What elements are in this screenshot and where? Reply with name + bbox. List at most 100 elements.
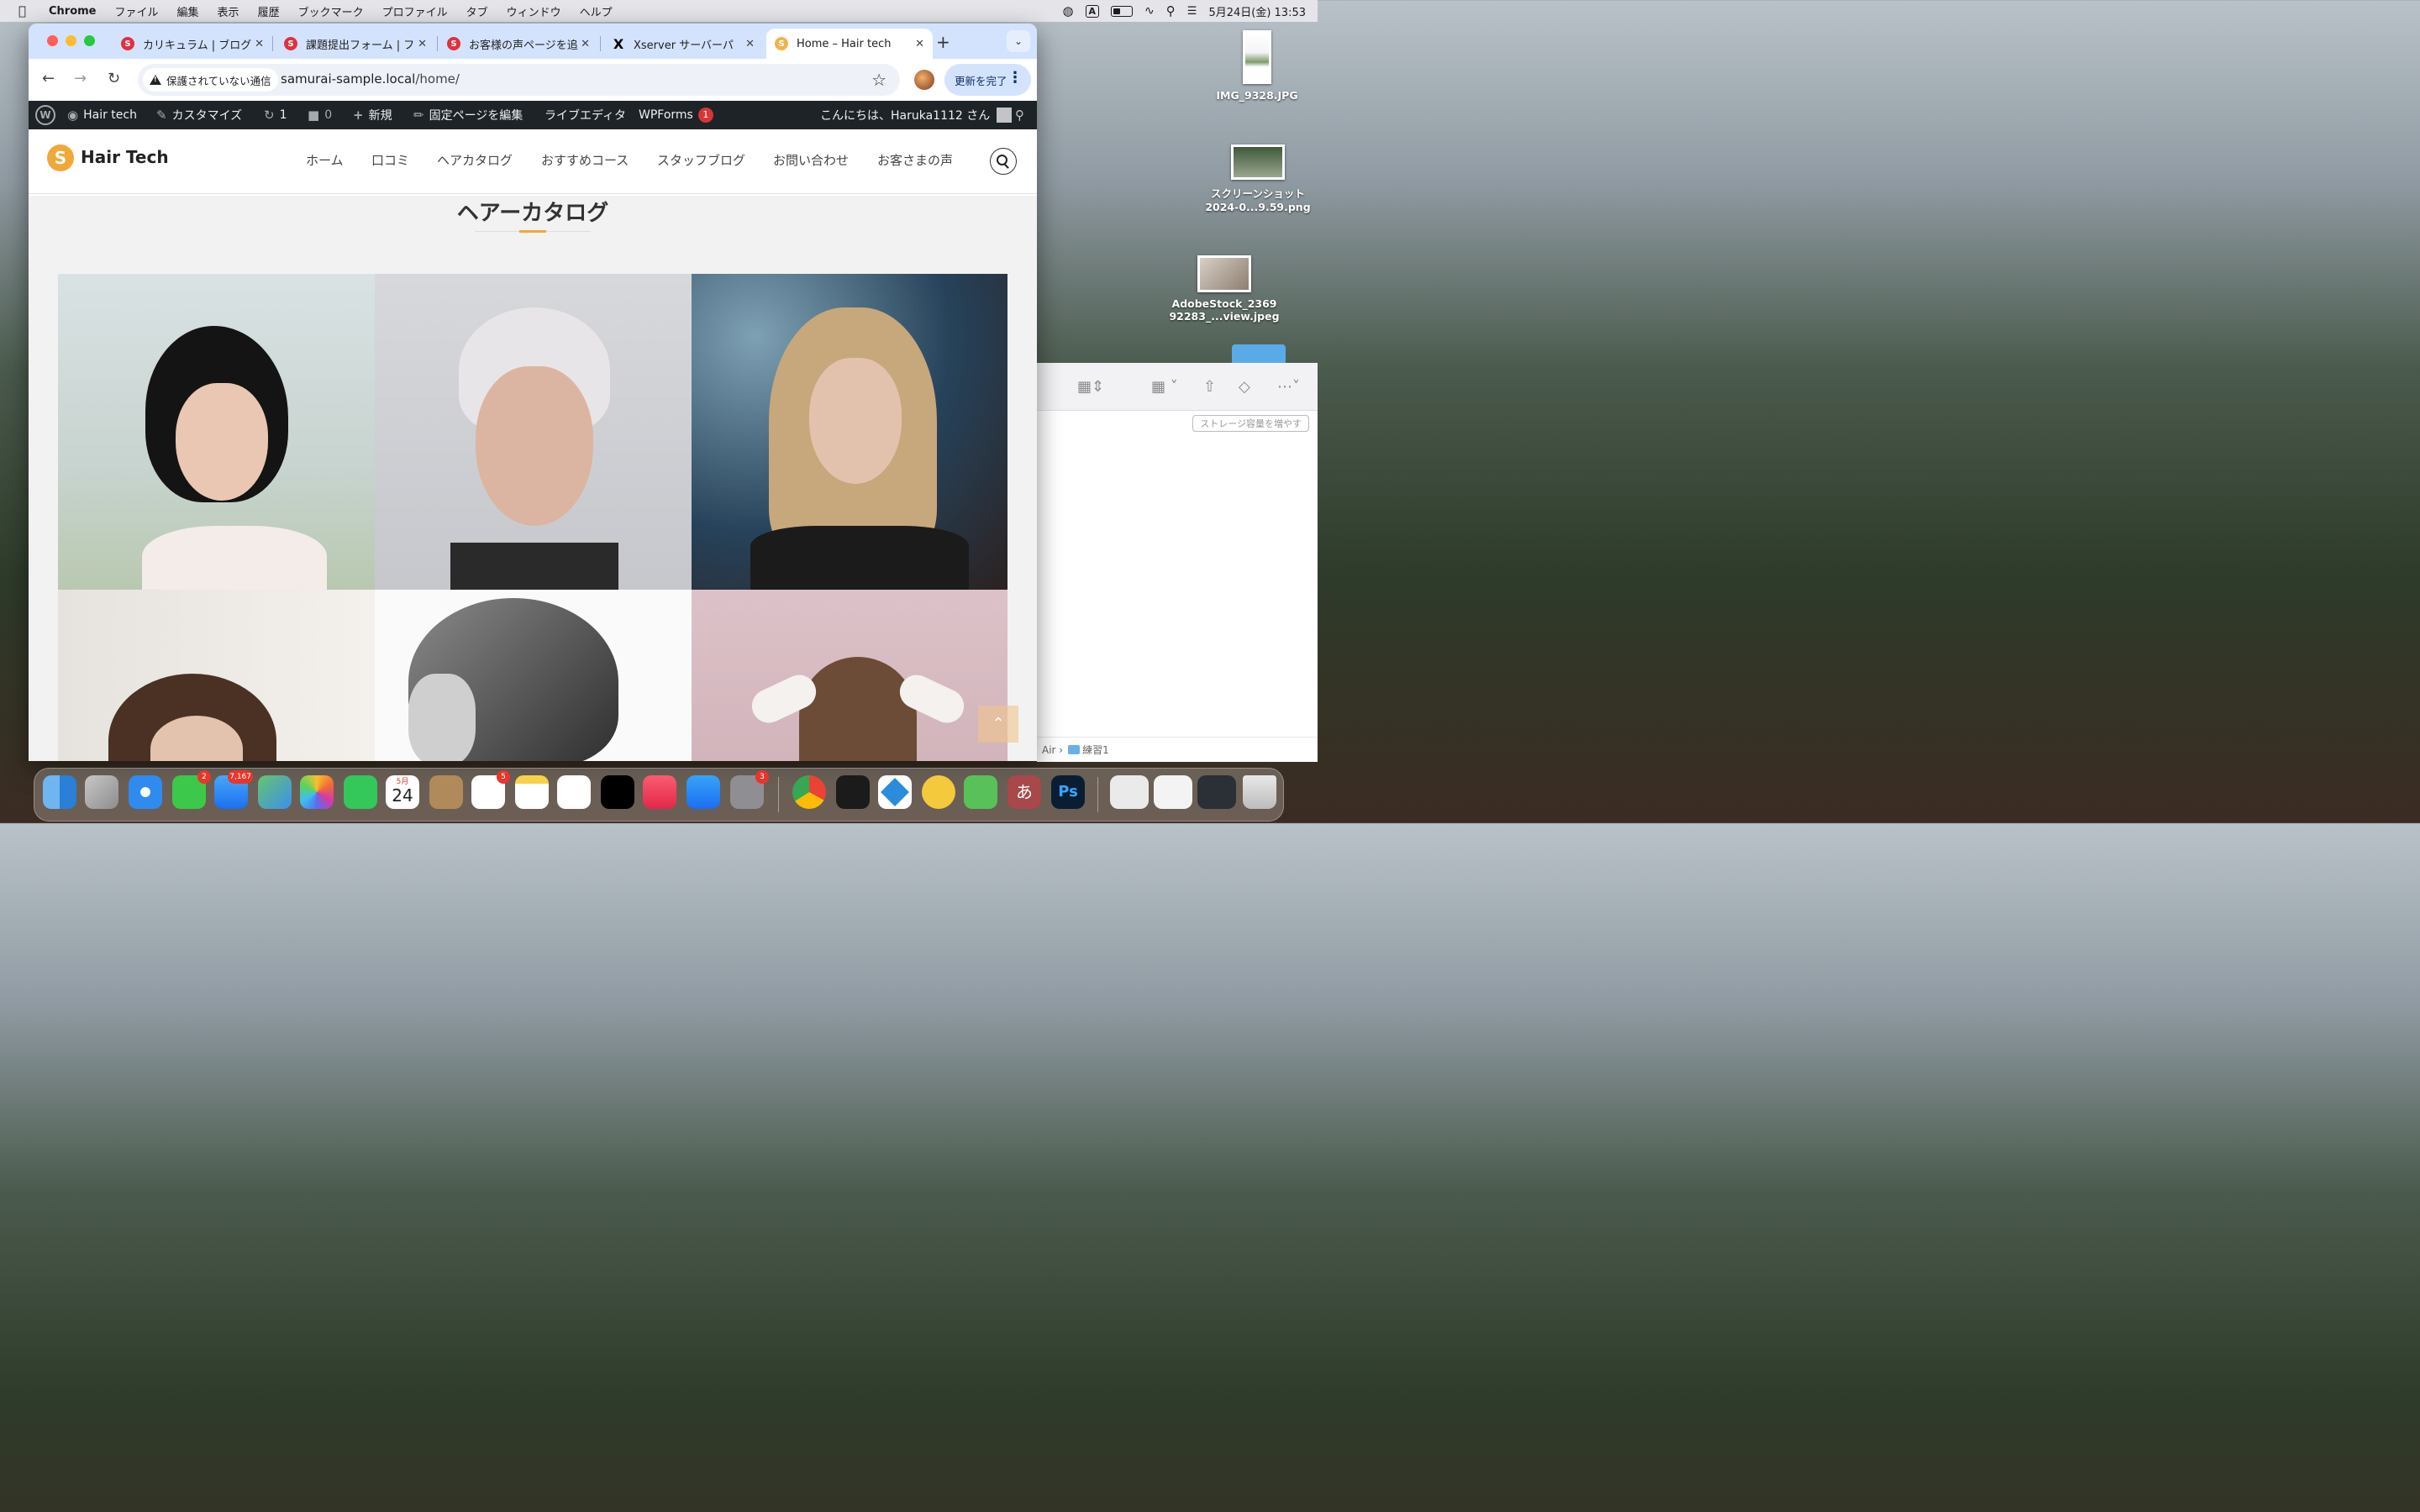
nav-customer-voice[interactable]: お客さまの声 bbox=[877, 151, 953, 169]
menu-profiles[interactable]: プロファイル bbox=[382, 3, 448, 19]
music-icon[interactable] bbox=[643, 775, 676, 809]
input-source-indicator[interactable]: A bbox=[1085, 4, 1100, 18]
menu-view[interactable]: 表示 bbox=[218, 3, 239, 19]
control-center-icon[interactable]: ☰ bbox=[1187, 5, 1197, 18]
creative-cloud-icon[interactable]: ◍ bbox=[1062, 3, 1073, 18]
close-tab-icon[interactable]: ✕ bbox=[915, 38, 924, 50]
terminal-icon[interactable] bbox=[836, 775, 870, 809]
wp-edit-page[interactable]: ✏ 固定ページを編集 bbox=[413, 101, 523, 129]
menu-window[interactable]: ウィンドウ bbox=[507, 3, 561, 19]
close-tab-icon[interactable]: ✕ bbox=[745, 38, 755, 50]
chrome-icon[interactable] bbox=[792, 775, 826, 809]
wp-wpforms[interactable]: WPForms 1 bbox=[639, 101, 713, 129]
gallery-photo-long-blonde[interactable] bbox=[692, 274, 1007, 590]
mail-icon[interactable]: 7,167 bbox=[214, 770, 253, 809]
photoshop-icon[interactable]: Ps bbox=[1051, 775, 1085, 809]
facetime-icon[interactable] bbox=[344, 775, 377, 809]
desktop-file-adobestock[interactable]: AdobeStock_2369 92283_...view.jpeg bbox=[1168, 255, 1281, 323]
gallery-photo-wavy-back[interactable] bbox=[692, 590, 1007, 761]
wp-search-icon[interactable]: ⚲ bbox=[1015, 101, 1024, 129]
increase-storage-button[interactable]: ストレージ容量を増やす bbox=[1192, 415, 1309, 432]
cyberduck-icon[interactable] bbox=[922, 775, 955, 809]
minimize-window-button[interactable] bbox=[66, 35, 76, 46]
desktop-file-screenshot[interactable]: スクリーンショット 2024-0...9.59.png bbox=[1203, 144, 1313, 213]
update-chrome-button[interactable]: 更新を完了 ⋮ bbox=[944, 64, 1031, 96]
photos-icon[interactable] bbox=[300, 775, 334, 809]
scroll-to-top-chevron-icon[interactable]: ⌃ bbox=[978, 706, 1018, 743]
wp-new-content[interactable]: + 新規 bbox=[353, 101, 392, 129]
wordpress-logo-icon[interactable]: W bbox=[35, 101, 55, 129]
trash-icon[interactable] bbox=[1243, 775, 1276, 809]
reminders-icon[interactable]: 5 bbox=[471, 770, 510, 809]
menu-history[interactable]: 履歴 bbox=[258, 3, 280, 19]
bookmark-star-icon[interactable]: ☆ bbox=[871, 70, 886, 90]
wp-updates[interactable]: ↻ 1 bbox=[264, 101, 287, 129]
desktop-file-img9328[interactable]: IMG_9328.JPG bbox=[1210, 30, 1304, 102]
safari-icon[interactable] bbox=[129, 775, 162, 809]
messages-icon[interactable]: 2 bbox=[172, 770, 211, 809]
app-store-icon[interactable] bbox=[687, 775, 720, 809]
close-tab-icon[interactable]: ✕ bbox=[581, 38, 590, 50]
wp-my-account[interactable]: こんにちは、Haruka1112 さん bbox=[820, 101, 1013, 129]
tab-home-hair-tech[interactable]: S Home – Hair tech ✕ bbox=[766, 29, 933, 59]
tab-customer-voice[interactable]: S お客様の声ページを追 ✕ bbox=[444, 29, 598, 59]
back-arrow-icon[interactable]: ← bbox=[42, 70, 55, 87]
nav-home[interactable]: ホーム bbox=[306, 151, 344, 169]
nav-reviews[interactable]: 口コミ bbox=[371, 151, 409, 169]
site-search-icon[interactable] bbox=[990, 148, 1017, 175]
vscode-icon[interactable] bbox=[878, 775, 912, 809]
path-segment[interactable]: Air bbox=[1042, 744, 1055, 756]
new-tab-icon[interactable]: + bbox=[936, 32, 950, 52]
finder-icon[interactable] bbox=[43, 775, 76, 809]
launchpad-icon[interactable] bbox=[85, 775, 118, 809]
menu-tab[interactable]: タブ bbox=[466, 3, 488, 19]
address-bar[interactable]: 保護されていない通信 samurai-sample.local/home/ ☆ bbox=[138, 64, 900, 96]
url-text[interactable]: samurai-sample.local/home/ bbox=[281, 71, 460, 87]
close-tab-icon[interactable]: ✕ bbox=[255, 38, 264, 50]
tab-curriculum[interactable]: S カリキュラム | ブログ ✕ bbox=[118, 29, 272, 59]
contacts-icon[interactable] bbox=[429, 775, 463, 809]
recent-window-thumbnail[interactable] bbox=[1110, 775, 1149, 809]
forward-arrow-icon[interactable]: → bbox=[74, 70, 87, 87]
wp-comments[interactable]: ■ 0 bbox=[308, 101, 332, 129]
spotlight-search-icon[interactable]: ⚲ bbox=[1166, 3, 1176, 18]
menu-bookmarks[interactable]: ブックマーク bbox=[298, 3, 364, 19]
menu-clock[interactable]: 5月24日(金) 13:53 bbox=[1208, 3, 1306, 19]
share-icon[interactable]: ⇧ bbox=[1203, 378, 1216, 396]
path-segment-current[interactable]: 練習1 bbox=[1082, 743, 1109, 757]
menu-edit[interactable]: 編集 bbox=[177, 3, 199, 19]
calendar-icon[interactable]: 5月 24 bbox=[386, 775, 419, 809]
gallery-photo-grey-bob[interactable] bbox=[375, 590, 692, 761]
nav-contact[interactable]: お問い合わせ bbox=[773, 151, 849, 169]
gallery-photo-platinum-pixie[interactable] bbox=[375, 274, 692, 590]
menu-help[interactable]: ヘルプ bbox=[580, 3, 613, 19]
local-wp-icon[interactable] bbox=[964, 775, 997, 809]
gallery-photo-short-black-bob[interactable] bbox=[58, 274, 375, 590]
desktop-folder-icon[interactable] bbox=[1232, 344, 1286, 365]
nav-staff-blog[interactable]: スタッフブログ bbox=[657, 151, 745, 169]
profile-avatar[interactable] bbox=[914, 70, 934, 90]
wp-live-editor[interactable]: ライブエディタ bbox=[544, 101, 626, 129]
close-tab-icon[interactable]: ✕ bbox=[418, 38, 427, 50]
gallery-photo-brown-hair[interactable] bbox=[58, 590, 375, 761]
wifi-icon[interactable]: ∿ bbox=[1144, 4, 1155, 18]
menu-app-name[interactable]: Chrome bbox=[49, 5, 97, 18]
tab-xserver[interactable]: X Xserver サーバーパ ✕ bbox=[608, 29, 763, 59]
tag-icon[interactable]: ◇ bbox=[1239, 378, 1250, 396]
tab-search-chevron-icon[interactable]: ⌄ bbox=[1007, 30, 1030, 52]
system-settings-icon[interactable]: 3 bbox=[730, 770, 769, 809]
freeform-icon[interactable] bbox=[557, 775, 591, 809]
hairtech-logo-icon[interactable]: S bbox=[47, 144, 74, 171]
tab-submission-form[interactable]: S 課題提出フォーム | フ ✕ bbox=[281, 29, 435, 59]
battery-icon[interactable] bbox=[1111, 5, 1134, 17]
reload-icon[interactable]: ↻ bbox=[108, 70, 120, 87]
site-logo-text[interactable]: Hair Tech bbox=[81, 147, 169, 167]
site-info-chip[interactable]: 保護されていない通信 bbox=[143, 68, 278, 92]
more-actions-icon[interactable]: ⋯˅ bbox=[1277, 378, 1300, 396]
close-window-button[interactable] bbox=[47, 35, 58, 46]
zoom-window-button[interactable] bbox=[84, 35, 95, 46]
notes-icon[interactable] bbox=[515, 775, 549, 809]
kebab-menu-icon[interactable]: ⋮ bbox=[1007, 71, 1023, 86]
recent-window-thumbnail[interactable] bbox=[1197, 775, 1236, 809]
grid-view-icon[interactable]: ▦⇕ bbox=[1077, 378, 1104, 396]
